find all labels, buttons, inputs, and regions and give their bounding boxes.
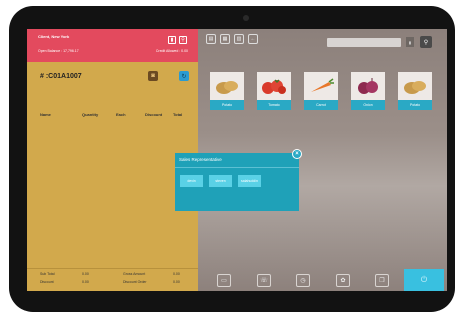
discount-label: Discount [40,280,54,284]
product-tile[interactable]: Potato [210,72,244,110]
credit-allowed: Credit Allowed : 0.00 [155,49,188,53]
tomato-icon [257,72,291,100]
gross-amount-label: Gross Amount [123,272,146,276]
discount-order-value: 0.00 [173,280,180,284]
cash-drawer-icon[interactable]: ▭ [217,274,231,287]
stamp-icon[interactable]: ✿ [336,274,350,287]
discount-value: 0.00 [82,280,89,284]
close-icon[interactable]: × [292,149,302,159]
product-label: Potato [398,100,432,110]
product-tile[interactable]: Potato [398,72,432,110]
calculator-icon[interactable]: ▥ [234,34,244,44]
carrot-icon [304,72,338,100]
search-button[interactable]: ⚲ [420,36,432,48]
dialog-divider [175,167,299,168]
col-each: Each [116,112,126,117]
sub-total-value: 0.00 [82,272,89,276]
confirm-button[interactable]: ⏻ [404,269,444,291]
power-icon: ⏻ [420,275,428,284]
order-number: # :C01A1007 [40,73,82,80]
clock-icon[interactable]: ◷ [296,274,310,287]
pos-screen: Client, New York Open Balance : 17,796.1… [27,29,447,291]
col-discount: Discount [145,112,163,117]
product-label: Tomato [257,100,291,110]
refresh-icon[interactable]: ↻ [179,71,189,81]
gross-amount-value: 0.00 [173,272,180,276]
keyboard-icon[interactable]: ▦ [220,34,230,44]
sales-rep-dialog: Sales Representative devin steven salahu… [175,153,299,211]
print-icon[interactable]: ▤ [206,34,216,44]
product-label: Carrot [304,100,338,110]
product-tile[interactable]: Carrot [304,72,338,110]
search-client-icon[interactable]: ⚲ [179,36,187,44]
col-quantity: Quantity [82,112,99,117]
open-balance: Open Balance : 17,796.17 [38,49,79,53]
rep-button-steven[interactable]: steven [209,175,232,187]
rep-button-devin[interactable]: devin [180,175,203,187]
order-panel: Client, New York Open Balance : 17,796.1… [27,29,198,291]
product-label: Potato [210,100,244,110]
search-input[interactable] [327,38,401,47]
col-total: Total [173,112,183,117]
camera [243,15,249,21]
onion-icon [351,72,385,100]
user-icon[interactable]: ▮ [168,36,176,44]
back-icon[interactable]: ← [248,34,258,44]
client-bar[interactable]: Client, New York Open Balance : 17,796.1… [27,29,198,62]
sub-total-label: Sub Total [40,272,55,276]
phone-icon[interactable]: ☏ [257,274,271,287]
copy-icon[interactable]: ❐ [375,274,389,287]
rep-button-salahuddin[interactable]: salahuddin [238,175,261,187]
totals-divider [27,268,198,269]
barcode-icon[interactable]: ▮ [406,37,414,47]
client-name: Client, New York [38,34,70,39]
potato-icon [398,72,432,100]
product-tile[interactable]: Onion [351,72,385,110]
potato-icon [210,72,244,100]
discount-order-label: Discount Order [123,280,147,284]
product-label: Onion [351,100,385,110]
camera-icon[interactable]: ◙ [148,71,158,81]
product-tile[interactable]: Tomato [257,72,291,110]
col-name: Name [40,112,51,117]
dialog-title: Sales Representative [179,157,222,162]
